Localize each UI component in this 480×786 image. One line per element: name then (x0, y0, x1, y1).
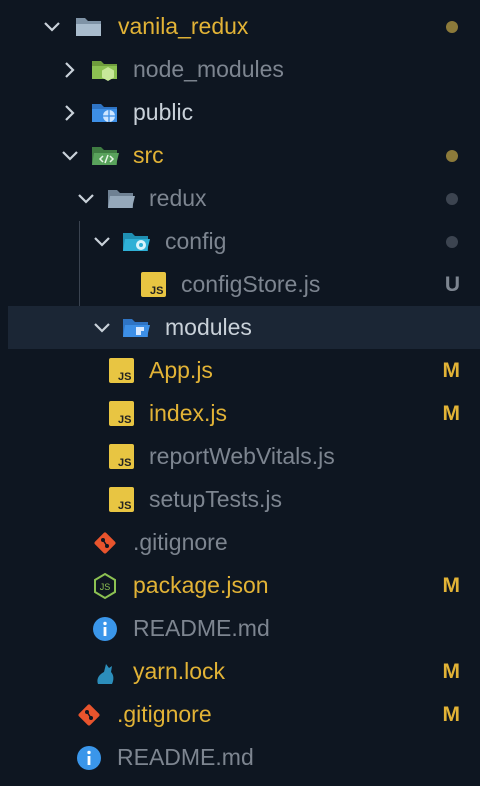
tree-item-label: .gitignore (117, 701, 212, 727)
tree-item-label: .gitignore (133, 529, 228, 555)
chevron-right-icon[interactable] (58, 101, 82, 125)
chevron-down-icon[interactable] (58, 144, 82, 168)
git-status-badge: M (442, 702, 461, 726)
tree-item-readme-md-root[interactable]: README.md (0, 736, 480, 779)
tree-item-config[interactable]: config (0, 220, 480, 263)
git-status-badge: M (442, 659, 461, 683)
tree-item-node-modules[interactable]: node_modules (0, 48, 480, 91)
chevron-down-icon[interactable] (90, 316, 114, 340)
chevron-down-icon[interactable] (90, 230, 114, 254)
tree-item-label: node_modules (133, 56, 284, 82)
tree-item-vanila-redux[interactable]: vanila_redux (0, 5, 480, 48)
config-folder-icon (121, 227, 151, 257)
tree-item-public[interactable]: public (0, 91, 480, 134)
tree-item-label: yarn.lock (133, 658, 226, 684)
svg-text:JS: JS (100, 582, 111, 592)
tree-item-setuptests-js[interactable]: JS setupTests.js (0, 478, 480, 521)
tree-item-src[interactable]: src (0, 134, 480, 177)
tree-item-label: index.js (149, 400, 227, 426)
git-status-badge: M (442, 358, 461, 382)
tree-item-reportwebvitals-js[interactable]: JS reportWebVitals.js (0, 435, 480, 478)
tree-item-readme-md[interactable]: README.md (0, 607, 480, 650)
tree-item-app-js[interactable]: JS App.js M (0, 349, 480, 392)
src-folder-icon (90, 141, 120, 171)
git-icon (90, 528, 120, 558)
tree-item-label: redux (149, 185, 207, 211)
tree-item-index-js[interactable]: JS index.js M (0, 392, 480, 435)
tree-item-label: config (165, 228, 227, 254)
tree-item-label: configStore.js (181, 271, 321, 297)
tree-item-redux[interactable]: redux (0, 177, 480, 220)
chevron-right-icon[interactable] (58, 58, 82, 82)
tree-item-label: reportWebVitals.js (149, 443, 335, 469)
status-dot (446, 192, 458, 205)
javascript-file-icon: JS (106, 485, 136, 515)
tree-item-label: src (133, 142, 164, 168)
tree-item-label: modules (165, 314, 252, 340)
tree-item-label: vanila_redux (118, 13, 249, 39)
folder-open-icon (74, 12, 104, 42)
modules-folder-icon (121, 313, 151, 343)
node-folder-icon (90, 55, 120, 85)
tree-item-configstore-js[interactable]: JS configStore.js U (0, 263, 480, 306)
status-dot (446, 20, 458, 33)
tree-item-yarn-lock[interactable]: yarn.lock M (0, 650, 480, 693)
tree-item-gitignore[interactable]: .gitignore (0, 521, 480, 564)
status-dot (446, 149, 458, 162)
tree-item-label: README.md (133, 615, 270, 641)
yarn-cat-icon (90, 657, 120, 687)
info-icon (74, 743, 104, 773)
tree-item-modules[interactable]: modules (8, 306, 480, 349)
git-icon (74, 700, 104, 730)
git-status-badge: M (442, 401, 461, 425)
git-status-badge: U (444, 272, 460, 296)
chevron-down-icon[interactable] (40, 15, 64, 39)
tree-item-gitignore-root[interactable]: .gitignore M (0, 693, 480, 736)
tree-item-package-json[interactable]: JS package.json M (0, 564, 480, 607)
javascript-file-icon: JS (106, 442, 136, 472)
javascript-file-icon: JS (106, 356, 136, 386)
chevron-down-icon[interactable] (74, 187, 98, 211)
tree-item-label: setupTests.js (149, 486, 282, 512)
tree-item-label: README.md (117, 744, 254, 770)
javascript-file-icon: JS (106, 399, 136, 429)
javascript-file-icon: JS (138, 270, 168, 300)
info-icon (90, 614, 120, 644)
public-folder-icon (90, 98, 120, 128)
tree-item-label: public (133, 99, 194, 125)
git-status-badge: M (442, 573, 461, 597)
status-dot (446, 235, 458, 248)
tree-item-label: App.js (149, 357, 213, 383)
tree-item-label: package.json (133, 572, 269, 598)
nodejs-icon: JS (90, 571, 120, 601)
file-explorer-tree: vanila_redux node_modules public src red… (0, 0, 480, 786)
folder-open-icon (106, 184, 136, 214)
